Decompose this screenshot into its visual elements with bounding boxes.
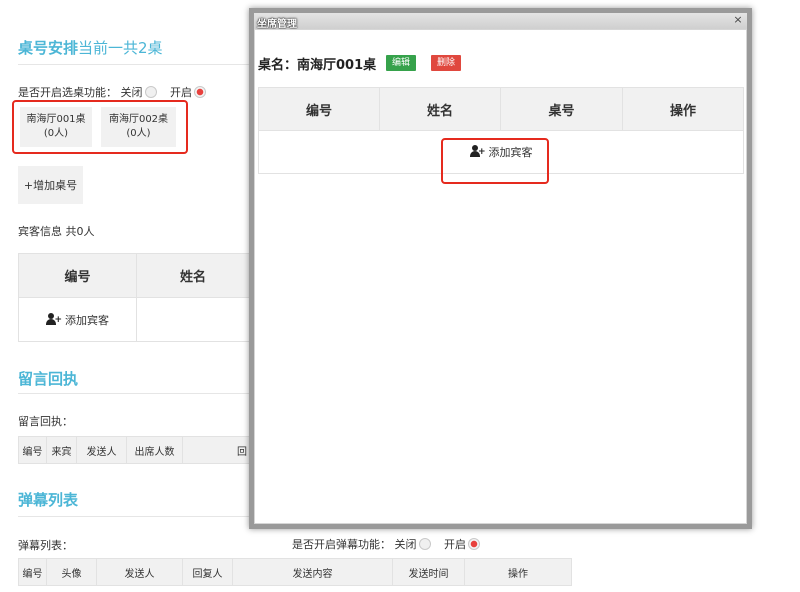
seat-on-label: 开启 [170, 86, 192, 99]
seat-on-radio[interactable] [194, 86, 206, 98]
divider [18, 64, 250, 65]
seat-off-label: 关闭 [120, 86, 143, 99]
msg-col-guest: 来宾 [46, 436, 77, 464]
desk-name: 桌名：南海厅001桌 [258, 58, 377, 73]
barrage-on-label: 开启 [444, 538, 466, 551]
page: 桌号安排当前一共2桌 是否开启选桌功能： 关闭 开启 南海厅001桌 (0人) … [0, 0, 800, 592]
edit-button[interactable]: 编辑 [386, 55, 417, 71]
delete-button[interactable]: 删除 [431, 55, 462, 71]
seat-off-radio[interactable] [144, 86, 157, 98]
barrage-section-title: 弹幕列表 [18, 491, 79, 509]
barrage-col-time: 发送时间 [392, 558, 465, 586]
barrage-col-actions: 操作 [464, 558, 572, 586]
add-table-button[interactable]: +增加桌号 [18, 166, 83, 204]
seating-subtitle: 当前一共2桌 [78, 39, 163, 57]
modal-col-actions: 操作 [622, 87, 744, 131]
barrage-col-id: 编号 [18, 558, 47, 586]
modal-col-name: 姓名 [379, 87, 501, 131]
guest-col-name: 姓名 [136, 253, 250, 298]
messages-label: 留言回执： [18, 415, 73, 428]
barrage-table: 编号 头像 发送人 回复人 发送内容 发送时间 操作 [18, 558, 572, 586]
close-icon[interactable]: × [732, 13, 744, 27]
barrage-col-replier: 回复人 [182, 558, 233, 586]
modal-header[interactable]: 坐席管理 × [254, 13, 747, 30]
modal-title: 坐席管理 [257, 19, 297, 30]
barrage-col-sender: 发送人 [96, 558, 183, 586]
guest-add-label: 添加宾客 [65, 313, 109, 327]
messages-section-title: 留言回执 [18, 370, 79, 388]
barrage-toggle-row: 是否开启弹幕功能： 关闭 开启 [292, 536, 490, 552]
msg-col-reply: 回 [182, 436, 250, 464]
user-plus-icon: + [46, 312, 62, 325]
seating-section-title: 桌号安排当前一共2桌 [18, 37, 163, 58]
modal-col-id: 编号 [258, 87, 380, 131]
seating-title: 桌号安排 [18, 39, 79, 57]
barrage-col-avatar: 头像 [46, 558, 97, 586]
barrage-toggle-label: 是否开启弹幕功能： [292, 538, 391, 551]
seat-management-modal: 坐席管理 × 桌名：南海厅001桌 编辑 删除 编号 姓名 桌号 操作 + 添加宾… [249, 8, 752, 529]
highlight-box-tables [12, 100, 188, 154]
guest-col-id: 编号 [18, 253, 137, 298]
barrage-off-label: 关闭 [394, 538, 417, 551]
barrage-label: 弹幕列表： [18, 539, 73, 552]
barrage-col-content: 发送内容 [232, 558, 393, 586]
msg-col-sender: 发送人 [76, 436, 127, 464]
modal-body: 桌名：南海厅001桌 编辑 删除 编号 姓名 桌号 操作 + 添加宾客 [254, 29, 747, 524]
seat-toggle-label: 是否开启选桌功能： [18, 86, 117, 99]
highlight-box-add-guest [441, 138, 549, 184]
guest-table: 编号 姓名 + 添加宾客 [18, 253, 250, 342]
modal-col-desk: 桌号 [500, 87, 623, 131]
guest-empty-cell [136, 297, 250, 342]
seat-toggle-row: 是否开启选桌功能： 关闭 开启 [18, 84, 216, 100]
divider [18, 393, 250, 394]
msg-col-attendees: 出席人数 [126, 436, 183, 464]
msg-col-id: 编号 [18, 436, 47, 464]
guest-info-label: 宾客信息 共0人 [18, 225, 95, 238]
barrage-off-radio[interactable] [418, 538, 431, 550]
barrage-on-radio[interactable] [468, 538, 480, 550]
messages-table: 编号 来宾 发送人 出席人数 回 [18, 436, 250, 464]
guest-add-cell[interactable]: + 添加宾客 [18, 297, 137, 342]
divider [18, 516, 250, 517]
